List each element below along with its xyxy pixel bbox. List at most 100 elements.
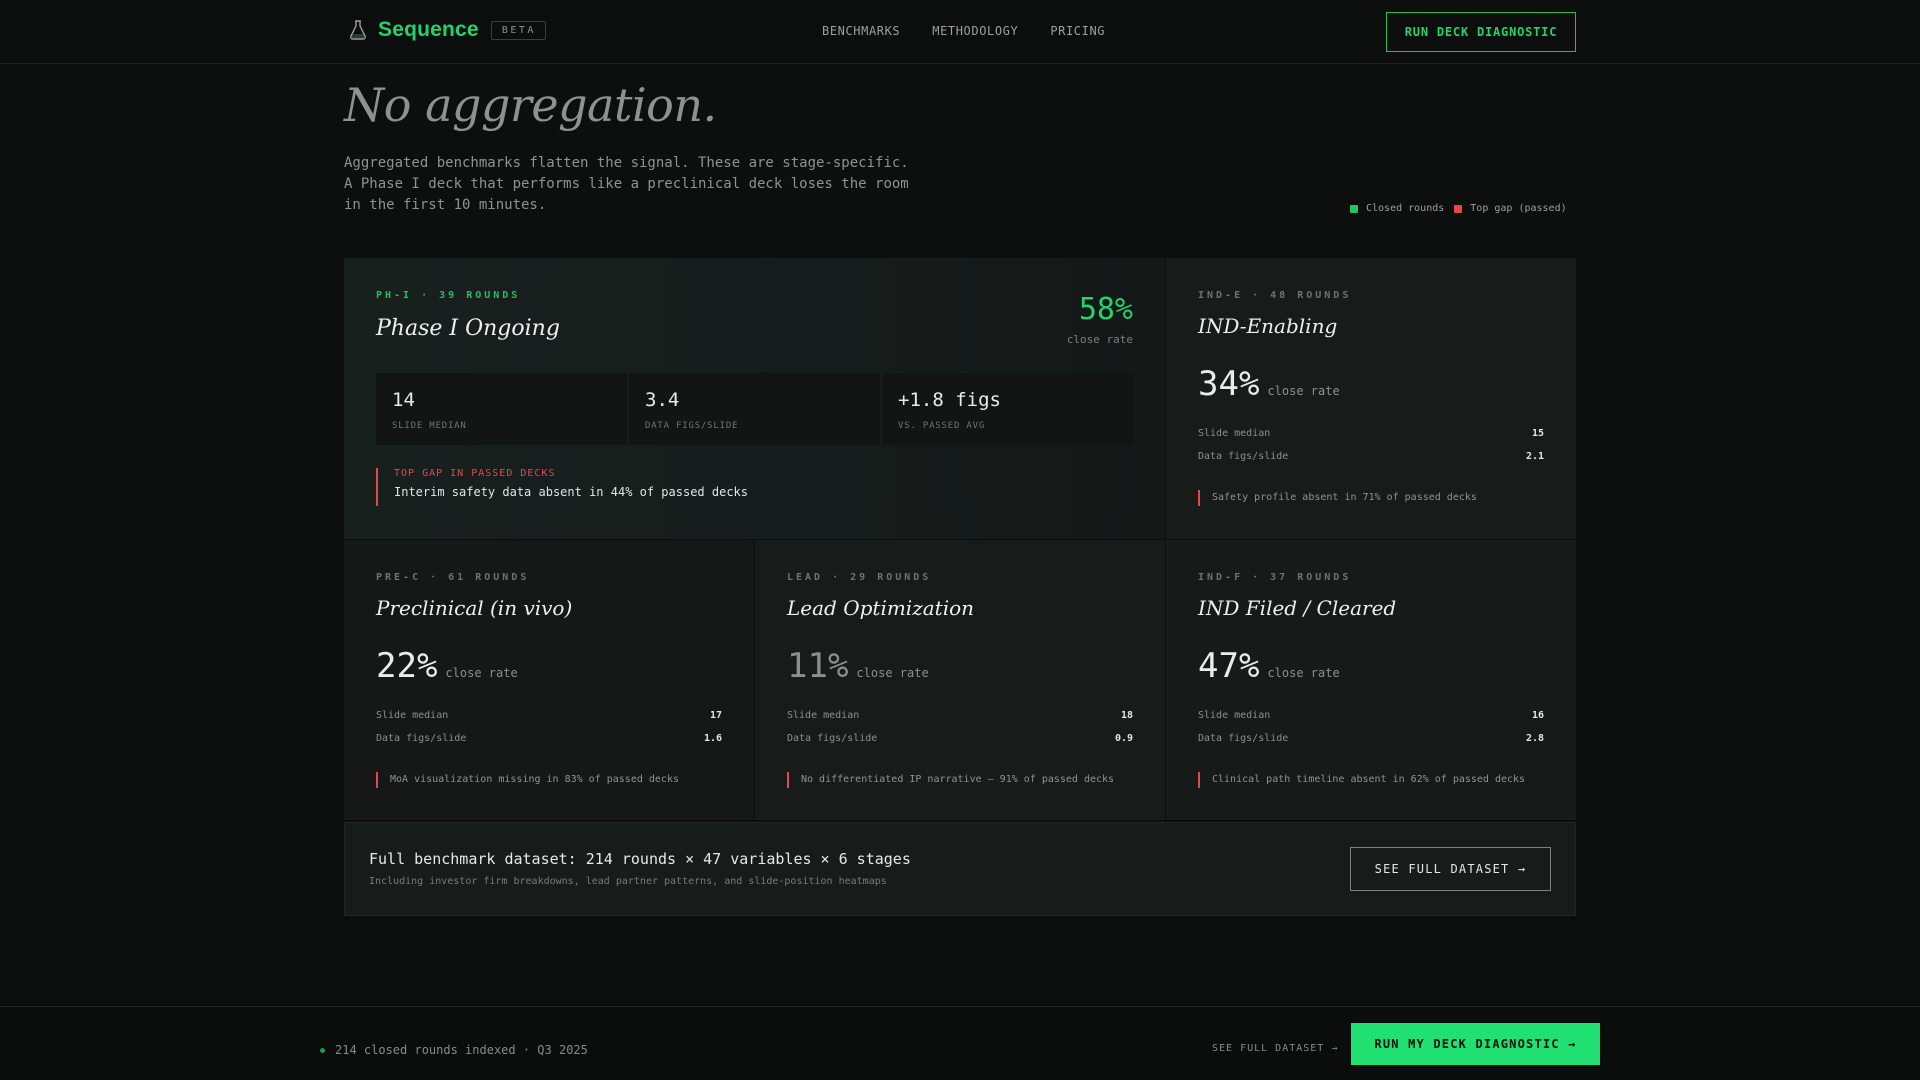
- metric-vs-passed: +1.8 figs VS. PASSED AVG: [882, 373, 1133, 445]
- stage-grid: PH-I · 39 ROUNDS Phase I Ongoing 58% clo…: [344, 258, 1576, 820]
- metric-value: +1.8 figs: [898, 389, 1001, 411]
- stat-slide-median: Slide median 18: [787, 710, 1133, 721]
- stage-name: Lead Optimization: [787, 596, 975, 620]
- stat-value: 2.8: [1525, 733, 1544, 744]
- top-gap-title: TOP GAP IN PASSED DECKS: [394, 468, 556, 479]
- close-rate-label: close rate: [445, 666, 518, 680]
- stage-code: PRE-C · 61 ROUNDS: [376, 572, 530, 583]
- legend-item-top-gap: Top gap (passed): [1454, 203, 1567, 214]
- page-title: No aggregation.: [344, 78, 717, 132]
- footer-see-dataset-link[interactable]: SEE FULL DATASET →: [1212, 1043, 1338, 1054]
- stat-label: Data figs/slide: [376, 733, 467, 744]
- stat-slide-median: Slide median 16: [1198, 710, 1544, 721]
- nav-links: BENCHMARKS METHODOLOGY PRICING: [822, 24, 1105, 38]
- stage-card-preclinical[interactable]: PRE-C · 61 ROUNDS Preclinical (in vivo) …: [344, 540, 754, 820]
- footer-status: 214 closed rounds indexed · Q3 2025: [320, 1043, 588, 1057]
- stat-slide-median: Slide median 15: [1198, 428, 1544, 439]
- stat-label: Slide median: [376, 710, 449, 721]
- stage-code: PH-I · 39 ROUNDS: [376, 290, 521, 301]
- brand[interactable]: Sequence BETA: [348, 18, 546, 42]
- close-rate-value: 58%: [1078, 292, 1133, 327]
- nav-link-pricing[interactable]: PRICING: [1050, 24, 1105, 38]
- stat-slide-median: Slide median 17: [376, 710, 722, 721]
- legend-label: Closed rounds: [1366, 203, 1445, 214]
- stat-value: 1.6: [703, 733, 722, 744]
- top-gap-callout: TOP GAP IN PASSED DECKS Interim safety d…: [376, 468, 748, 506]
- metric-value: 14: [392, 389, 415, 411]
- stage-code: IND-F · 37 ROUNDS: [1198, 572, 1352, 583]
- footer-bar: 214 closed rounds indexed · Q3 2025 SEE …: [0, 1006, 1920, 1080]
- metric-label: SLIDE MEDIAN: [392, 421, 467, 431]
- footer-status-text: 214 closed rounds indexed · Q3 2025: [335, 1043, 588, 1057]
- stage-code: LEAD · 29 ROUNDS: [787, 572, 932, 583]
- beta-badge: BETA: [490, 20, 546, 40]
- hero-description-line: in the first 10 minutes.: [344, 197, 547, 213]
- stat-value: 17: [709, 710, 722, 721]
- close-rate-label: close rate: [856, 666, 929, 680]
- dataset-title: Full benchmark dataset: 214 rounds × 47 …: [369, 850, 911, 868]
- legend-item-closed-rounds: Closed rounds: [1350, 203, 1444, 214]
- stat-label: Data figs/slide: [1198, 451, 1289, 462]
- stat-label: Slide median: [1198, 428, 1271, 439]
- legend-swatch-green: [1350, 204, 1358, 213]
- metric-row: 14 SLIDE MEDIAN 3.4 DATA FIGS/SLIDE +1.8…: [376, 373, 1133, 445]
- metric-data-figs: 3.4 DATA FIGS/SLIDE: [629, 373, 880, 445]
- stage-card-phase-1[interactable]: PH-I · 39 ROUNDS Phase I Ongoing 58% clo…: [344, 258, 1165, 539]
- run-my-deck-diagnostic-button[interactable]: RUN MY DECK DIAGNOSTIC →: [1351, 1023, 1600, 1065]
- stat-value: 18: [1120, 710, 1133, 721]
- stage-card-ind-filed[interactable]: IND-F · 37 ROUNDS IND Filed / Cleared 47…: [1166, 540, 1576, 820]
- run-deck-diagnostic-button[interactable]: RUN DECK DIAGNOSTIC: [1386, 12, 1576, 52]
- stat-label: Data figs/slide: [1198, 733, 1289, 744]
- gap-note: No differentiated IP narrative — 91% of …: [787, 772, 1114, 788]
- metric-slide-median: 14 SLIDE MEDIAN: [376, 373, 627, 445]
- gap-note: MoA visualization missing in 83% of pass…: [376, 772, 679, 788]
- close-rate: 22% close rate: [376, 646, 518, 686]
- stat-value: 0.9: [1114, 733, 1133, 744]
- hero-description-line: Aggregated benchmarks flatten the signal…: [344, 155, 909, 171]
- gap-note: Clinical path timeline absent in 62% of …: [1198, 772, 1525, 788]
- status-dot-icon: [320, 1047, 325, 1053]
- close-rate: 47% close rate: [1198, 646, 1340, 686]
- brand-name: Sequence: [378, 18, 479, 41]
- metric-label: VS. PASSED AVG: [898, 421, 986, 431]
- stat-data-figs: Data figs/slide 1.6: [376, 733, 722, 744]
- close-rate-value: 47%: [1198, 646, 1260, 686]
- stage-name: Preclinical (in vivo): [376, 596, 573, 620]
- stat-label: Slide median: [1198, 710, 1271, 721]
- close-rate-value: 34%: [1198, 364, 1260, 404]
- nav-link-benchmarks[interactable]: BENCHMARKS: [822, 24, 900, 38]
- stat-value: 2.1: [1525, 451, 1544, 462]
- close-rate: 58% close rate: [1067, 292, 1133, 346]
- stage-name: IND Filed / Cleared: [1198, 596, 1397, 620]
- stat-data-figs: Data figs/slide 0.9: [787, 733, 1133, 744]
- stat-label: Slide median: [787, 710, 860, 721]
- close-rate: 34% close rate: [1198, 364, 1340, 404]
- top-gap-text: Interim safety data absent in 44% of pas…: [394, 485, 749, 499]
- stat-data-figs: Data figs/slide 2.8: [1198, 733, 1544, 744]
- gap-note: Safety profile absent in 71% of passed d…: [1198, 490, 1477, 506]
- close-rate-value: 11%: [787, 646, 849, 686]
- close-rate-label: close rate: [1267, 666, 1340, 680]
- stage-card-ind-enabling[interactable]: IND-E · 48 ROUNDS IND-Enabling 34% close…: [1166, 258, 1576, 539]
- legend-label: Top gap (passed): [1470, 203, 1567, 214]
- nav-link-methodology[interactable]: METHODOLOGY: [932, 24, 1018, 38]
- stage-card-lead-optimization[interactable]: LEAD · 29 ROUNDS Lead Optimization 11% c…: [755, 540, 1165, 820]
- stage-name: Phase I Ongoing: [376, 316, 560, 341]
- see-full-dataset-button[interactable]: SEE FULL DATASET →: [1350, 847, 1551, 891]
- close-rate-label: close rate: [1267, 384, 1340, 398]
- flask-icon: [348, 19, 368, 41]
- metric-value: 3.4: [645, 389, 680, 411]
- hero-description: Aggregated benchmarks flatten the signal…: [344, 153, 944, 216]
- stat-data-figs: Data figs/slide 2.1: [1198, 451, 1544, 462]
- legend-swatch-red: [1454, 204, 1463, 213]
- dataset-banner: Full benchmark dataset: 214 rounds × 47 …: [344, 822, 1576, 916]
- close-rate: 11% close rate: [787, 646, 929, 686]
- stage-code: IND-E · 48 ROUNDS: [1198, 290, 1352, 301]
- stat-value: 16: [1531, 710, 1544, 721]
- hero-description-line: A Phase I deck that performs like a prec…: [344, 176, 909, 192]
- stage-name: IND-Enabling: [1198, 314, 1338, 338]
- top-nav: Sequence BETA BENCHMARKS METHODOLOGY PRI…: [0, 0, 1920, 64]
- metric-label: DATA FIGS/SLIDE: [645, 421, 739, 431]
- legend: Closed rounds Top gap (passed): [1350, 203, 1567, 214]
- stat-label: Data figs/slide: [787, 733, 878, 744]
